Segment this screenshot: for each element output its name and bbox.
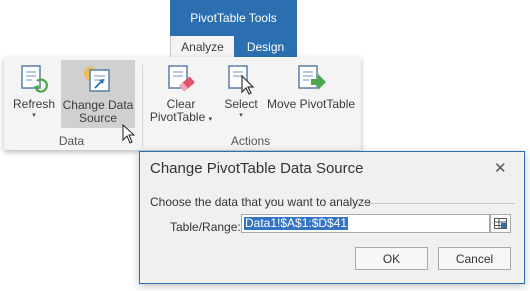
ok-button[interactable]: OK [355, 247, 428, 270]
move-pivottable-label: Move PivotTable [266, 97, 356, 111]
section-label: Choose the data that you want to analyze [150, 195, 371, 209]
table-range-label: Table/Range: [170, 220, 241, 234]
range-picker-icon [494, 218, 507, 229]
move-pivottable-icon [298, 65, 326, 90]
table-range-value: Data1!$A$1:$D$41 [244, 216, 349, 230]
ribbon-panel: Refresh ▾ Change Data Source Data Clear [4, 57, 361, 150]
select-button[interactable]: Select ▾ [219, 57, 263, 132]
dropdown-arrow-icon[interactable]: ▾ [209, 116, 213, 123]
tab-design[interactable]: Design [234, 36, 297, 58]
select-icon [228, 65, 255, 95]
dialog-title: Change PivotTable Data Source [150, 160, 364, 177]
clear-pivottable-icon [168, 65, 195, 92]
mouse-cursor-icon [122, 124, 136, 144]
refresh-icon [21, 65, 48, 93]
refresh-button[interactable]: Refresh ▾ [8, 57, 60, 132]
change-data-source-dialog: Change PivotTable Data Source ✕ Choose t… [139, 151, 525, 284]
dropdown-arrow-icon[interactable]: ▾ [32, 112, 36, 120]
change-data-source-button[interactable]: Change Data Source [61, 60, 135, 128]
refresh-label: Refresh [12, 97, 56, 111]
range-picker-button[interactable] [490, 214, 511, 233]
group-separator [142, 65, 143, 147]
section-divider [357, 203, 515, 204]
clear-pivottable-button[interactable]: Clear PivotTable ▾ [146, 57, 216, 132]
group-label-data: Data [58, 134, 85, 148]
change-data-source-label-line2: Source [78, 111, 118, 125]
group-label-actions: Actions [230, 134, 271, 148]
table-range-input[interactable]: Data1!$A$1:$D$41 [241, 214, 490, 233]
clear-label-text: PivotTable [149, 110, 206, 124]
cancel-button[interactable]: Cancel [438, 247, 511, 270]
change-data-source-icon [84, 67, 110, 92]
tab-analyze[interactable]: Analyze [170, 36, 235, 58]
close-icon[interactable]: ✕ [494, 159, 507, 177]
contextual-tab-header: PivotTable Tools [170, 0, 297, 36]
move-pivottable-button[interactable]: Move PivotTable [267, 57, 355, 132]
clear-label-line2: PivotTable ▾ [150, 111, 212, 126]
dropdown-arrow-icon[interactable]: ▾ [239, 112, 243, 120]
select-label: Select [224, 97, 258, 111]
